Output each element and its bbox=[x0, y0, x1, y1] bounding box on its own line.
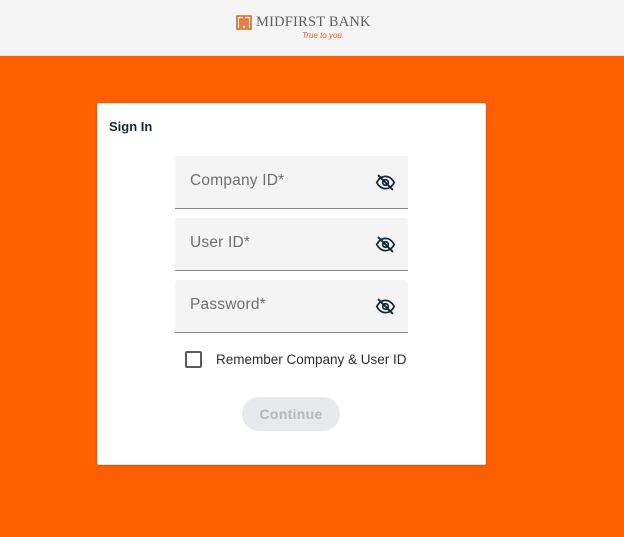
midfirst-logo[interactable]: MIDFIRST BANK True to you. bbox=[236, 13, 371, 43]
eye-off-icon[interactable] bbox=[375, 172, 396, 193]
eye-off-icon[interactable] bbox=[375, 234, 396, 255]
remember-label: Remember Company & User ID bbox=[216, 352, 407, 367]
password-label: Password* bbox=[190, 296, 266, 313]
eye-off-icon[interactable] bbox=[375, 296, 396, 317]
remember-me-option[interactable]: Remember Company & User ID bbox=[185, 351, 425, 369]
user-id-field[interactable]: User ID* bbox=[175, 218, 408, 271]
signin-card: Sign In Company ID* User ID* Password* R… bbox=[97, 103, 486, 465]
top-header: MIDFIRST BANK True to you. bbox=[0, 0, 624, 56]
company-id-field[interactable]: Company ID* bbox=[175, 156, 408, 209]
brand-tagline: True to you. bbox=[302, 31, 345, 40]
page-title: Sign In bbox=[109, 119, 153, 134]
remember-checkbox[interactable] bbox=[185, 351, 202, 368]
company-id-label: Company ID* bbox=[190, 172, 285, 189]
user-id-label: User ID* bbox=[190, 234, 251, 251]
midfirst-logo-icon bbox=[236, 15, 252, 30]
password-field[interactable]: Password* bbox=[175, 280, 408, 333]
brand-name: MIDFIRST BANK bbox=[256, 14, 371, 30]
continue-button[interactable]: Continue bbox=[242, 397, 340, 431]
